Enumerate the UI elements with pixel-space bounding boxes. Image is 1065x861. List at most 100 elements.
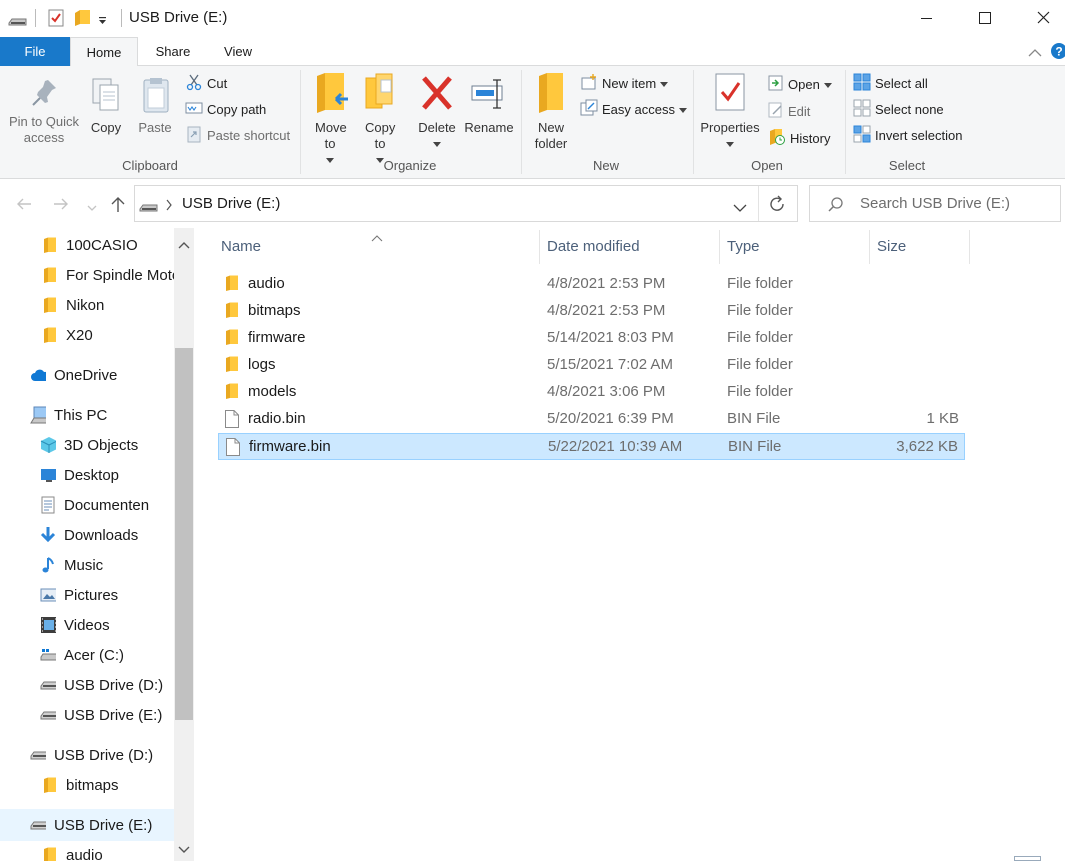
search-icon (827, 196, 845, 217)
cut-button[interactable]: Cut (185, 72, 227, 94)
sidebar-item[interactable]: OneDrive (30, 360, 117, 390)
sidebar-item[interactable]: audio (42, 840, 103, 861)
sidebar-item[interactable]: 3D Objects (40, 430, 138, 460)
select-none-button[interactable]: Select none (853, 98, 944, 120)
delete-dropdown-icon (433, 136, 441, 151)
new-folder-qa-icon[interactable] (74, 9, 92, 30)
sidebar-item[interactable]: For Spindle Motor (42, 260, 185, 290)
sidebar-item[interactable]: Acer (C:) (40, 640, 124, 670)
open-button[interactable]: Open (768, 73, 832, 95)
edit-icon (768, 102, 784, 121)
divider (758, 186, 759, 221)
new-item-icon (580, 73, 598, 94)
copy-path-button[interactable]: Copy path (185, 98, 266, 120)
address-bar[interactable]: USB Drive (E:) (134, 185, 798, 222)
move-to-label: Move to (315, 120, 347, 151)
maximize-button[interactable] (956, 0, 1014, 37)
file-row[interactable]: audio 4/8/2021 2:53 PM File folder (218, 271, 965, 298)
pin-icon (28, 80, 60, 113)
sidebar-item[interactable]: USB Drive (D:) (30, 740, 153, 770)
sidebar-item[interactable]: Music (40, 550, 103, 580)
folder-icon (224, 329, 240, 349)
sort-ascending-icon (370, 229, 384, 245)
breadcrumb[interactable]: USB Drive (E:) (182, 195, 280, 212)
easy-access-button[interactable]: Easy access (580, 98, 687, 120)
properties-qa-icon[interactable] (48, 9, 64, 30)
column-header-date[interactable]: Date modified (547, 238, 640, 255)
column-divider[interactable] (869, 230, 870, 264)
column-header-name[interactable]: Name (221, 238, 261, 255)
file-row[interactable]: firmware 5/14/2021 8:03 PM File folder (218, 325, 965, 352)
copy-to-button[interactable]: Copy to (360, 72, 400, 168)
properties-dropdown-icon (726, 136, 734, 151)
sidebar-item[interactable]: USB Drive (E:) (30, 810, 152, 840)
column-header-type[interactable]: Type (727, 238, 760, 255)
scroll-up-icon[interactable] (178, 236, 190, 252)
invert-selection-button[interactable]: Invert selection (853, 124, 962, 146)
paste-shortcut-button[interactable]: Paste shortcut (185, 124, 290, 146)
view-toggle[interactable] (1014, 856, 1041, 861)
nav-scroll-thumb[interactable] (175, 348, 193, 720)
file-row[interactable]: firmware.bin 5/22/2021 10:39 AM BIN File 3,… (218, 433, 965, 460)
copy-label: Copy (90, 120, 122, 135)
rename-label: Rename (464, 120, 514, 135)
collapse-ribbon-icon[interactable] (1028, 45, 1042, 61)
tab-home[interactable]: Home (70, 37, 138, 67)
select-all-button[interactable]: Select all (853, 72, 928, 94)
column-divider[interactable] (719, 230, 720, 264)
help-icon[interactable]: ? (1050, 42, 1065, 63)
customize-qa-icon[interactable] (98, 13, 108, 29)
music-icon (40, 556, 56, 574)
sidebar-item[interactable]: Nikon (42, 290, 104, 320)
address-dropdown-icon[interactable] (733, 200, 747, 216)
search-box[interactable]: Search USB Drive (E:) (809, 185, 1061, 222)
sidebar-item[interactable]: USB Drive (D:) (40, 670, 163, 700)
sidebar-item[interactable]: Desktop (40, 460, 119, 490)
forward-arrow-icon[interactable] (52, 196, 70, 215)
paste-button[interactable]: Paste (134, 76, 176, 136)
tab-share[interactable]: Share (142, 37, 204, 66)
new-folder-button[interactable]: New folder (528, 72, 574, 152)
sidebar-item[interactable]: bitmaps (42, 770, 119, 800)
new-item-button[interactable]: New item (580, 72, 669, 94)
sidebar-item[interactable]: USB Drive (E:) (40, 700, 162, 730)
sidebar-item[interactable]: This PC (30, 400, 107, 430)
column-divider[interactable] (969, 230, 970, 264)
sidebar-item[interactable]: Downloads (40, 520, 138, 550)
move-to-button[interactable]: Move to (310, 72, 350, 168)
scroll-down-icon[interactable] (178, 841, 190, 857)
back-arrow-icon[interactable] (15, 196, 33, 215)
sidebar-item[interactable]: 100CASIO (42, 230, 138, 260)
refresh-icon[interactable] (768, 195, 786, 216)
history-button[interactable]: History (768, 127, 830, 149)
sidebar-item[interactable]: Documenten (40, 490, 149, 520)
pin-quick-access-button[interactable]: Pin to Quick access (4, 76, 84, 146)
file-row[interactable]: bitmaps 4/8/2021 2:53 PM File folder (218, 298, 965, 325)
column-header-size[interactable]: Size (877, 238, 906, 255)
sidebar-item[interactable]: X20 (42, 320, 93, 350)
file-row[interactable]: radio.bin 5/20/2021 6:39 PM BIN File 1 KB (218, 406, 965, 433)
tab-file[interactable]: File (0, 37, 70, 66)
file-row[interactable]: logs 5/15/2021 7:02 AM File folder (218, 352, 965, 379)
up-arrow-icon[interactable] (109, 195, 127, 216)
file-type: File folder (727, 329, 793, 346)
file-row[interactable]: models 4/8/2021 3:06 PM File folder (218, 379, 965, 406)
new-folder-icon (533, 73, 569, 119)
group-divider (693, 70, 694, 174)
column-divider[interactable] (539, 230, 540, 264)
sidebar-item-label: Desktop (64, 466, 120, 484)
copy-button[interactable]: Copy (86, 76, 126, 136)
select-none-icon (853, 99, 871, 120)
properties-button[interactable]: Properties (698, 72, 762, 152)
search-input[interactable]: Search USB Drive (E:) (860, 195, 1010, 212)
recent-locations-icon[interactable] (86, 199, 98, 215)
edit-button[interactable]: Edit (768, 100, 810, 122)
breadcrumb-chevron-icon[interactable] (165, 198, 173, 214)
rename-button[interactable]: Rename (464, 72, 514, 136)
sidebar-item[interactable]: Pictures (40, 580, 118, 610)
sidebar-item[interactable]: Videos (40, 610, 110, 640)
close-button[interactable] (1014, 0, 1065, 37)
delete-button[interactable]: Delete (414, 72, 460, 152)
tab-view[interactable]: View (208, 37, 268, 66)
minimize-button[interactable] (898, 0, 956, 37)
